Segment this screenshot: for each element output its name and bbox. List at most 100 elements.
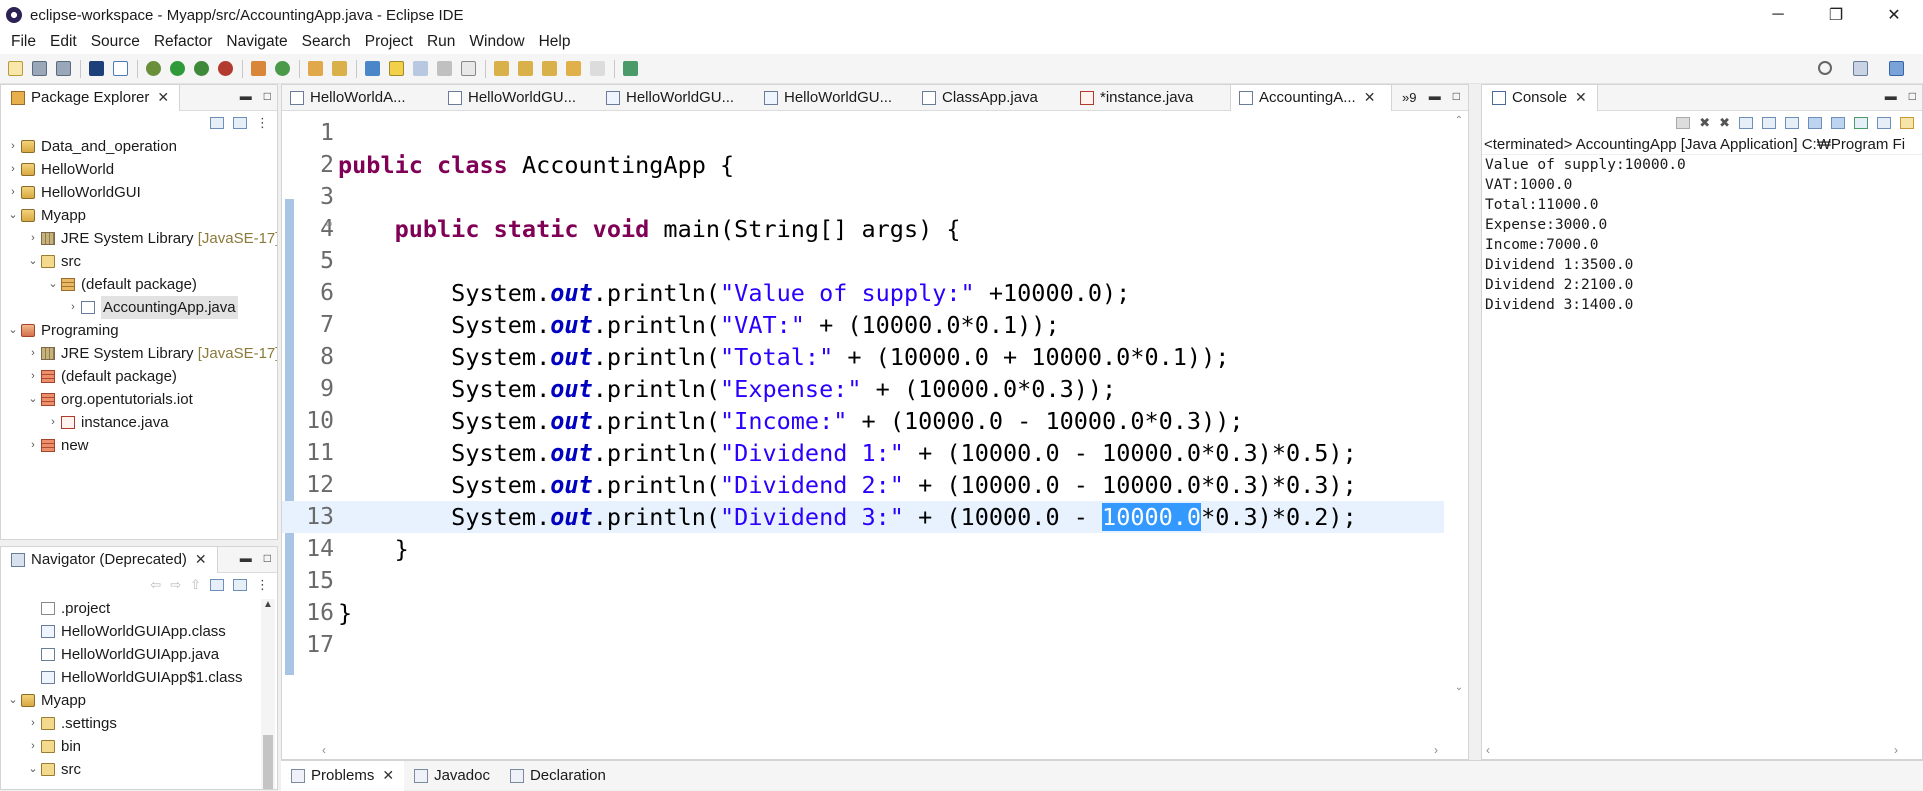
- word-wrap-icon[interactable]: [1785, 117, 1799, 129]
- minimize-button[interactable]: ─: [1749, 0, 1807, 30]
- tree-item[interactable]: ⌄ src: [1, 758, 277, 781]
- show-whitespace-icon[interactable]: [437, 61, 452, 76]
- expand-arrow-icon[interactable]: ›: [26, 735, 40, 758]
- expand-arrow-icon[interactable]: ›: [6, 158, 20, 181]
- external-tools-icon[interactable]: [218, 61, 233, 76]
- tab-declaration[interactable]: Declaration: [500, 761, 616, 791]
- tab-problems[interactable]: Problems ✕: [281, 760, 405, 791]
- tree-item[interactable]: HelloWorldGUIApp.java: [1, 643, 277, 666]
- last-edit-location-icon[interactable]: [542, 61, 557, 76]
- collapse-arrow-icon[interactable]: ⌄: [46, 273, 60, 296]
- collapse-all-icon[interactable]: [210, 579, 224, 591]
- run-icon[interactable]: [170, 61, 185, 76]
- menu-run[interactable]: Run: [420, 33, 462, 51]
- scroll-lock-icon[interactable]: [1762, 117, 1776, 129]
- tree-item[interactable]: ⌄ Myapp: [1, 689, 277, 712]
- maximize-view-icon[interactable]: □: [1909, 89, 1916, 103]
- tree-item[interactable]: .project: [1, 597, 277, 620]
- tree-item[interactable]: ⌄ Myapp: [1, 204, 277, 227]
- close-window-button[interactable]: ✕: [1865, 0, 1923, 30]
- tree-item[interactable]: › (default package): [1, 365, 277, 388]
- expand-arrow-icon[interactable]: ›: [26, 712, 40, 735]
- pin-editor-icon[interactable]: [623, 61, 638, 76]
- tab-overflow[interactable]: »9: [1392, 85, 1426, 111]
- debug-icon[interactable]: [146, 61, 161, 76]
- expand-arrow-icon[interactable]: ›: [26, 342, 40, 365]
- close-icon[interactable]: ✕: [195, 551, 207, 568]
- minimize-view-icon[interactable]: ▬: [1429, 89, 1441, 103]
- expand-arrow-icon[interactable]: ›: [26, 434, 40, 457]
- scroll-right-icon[interactable]: ›: [1434, 743, 1438, 757]
- menu-refactor[interactable]: Refactor: [147, 33, 220, 51]
- expand-arrow-icon[interactable]: ›: [46, 411, 60, 434]
- editor-vertical-scrollbar[interactable]: ⌃ ⌄: [1450, 111, 1468, 723]
- search-tool-icon[interactable]: [332, 61, 347, 76]
- minimize-view-icon[interactable]: ▬: [1885, 89, 1897, 103]
- close-icon[interactable]: ✕: [1364, 89, 1376, 106]
- tree-item[interactable]: › HelloWorld: [1, 158, 277, 181]
- maximize-view-icon[interactable]: □: [264, 89, 271, 103]
- editor-horizontal-scrollbar[interactable]: ‹ ›: [322, 741, 1442, 759]
- tree-item[interactable]: › HelloWorldGUI: [1, 181, 277, 204]
- editor-tab[interactable]: HelloWorldA...: [282, 85, 440, 111]
- tab-package-explorer[interactable]: Package Explorer ✕: [1, 85, 181, 111]
- tree-item[interactable]: ⌄ Programing: [1, 319, 277, 342]
- tree-item[interactable]: › Data_and_operation: [1, 135, 277, 158]
- collapse-all-icon[interactable]: [210, 117, 224, 129]
- toggle-mark-occurrences-icon[interactable]: [365, 61, 380, 76]
- expand-arrow-icon[interactable]: ›: [26, 365, 40, 388]
- link-with-editor-icon[interactable]: [233, 117, 247, 129]
- menu-window[interactable]: Window: [462, 33, 531, 51]
- editor-tab[interactable]: *instance.java: [1072, 85, 1230, 111]
- previous-annotation-icon[interactable]: [518, 61, 533, 76]
- menu-search[interactable]: Search: [295, 33, 358, 51]
- maximize-view-icon[interactable]: □: [264, 551, 271, 565]
- pilcrow-icon[interactable]: [461, 61, 476, 76]
- collapse-arrow-icon[interactable]: ⌄: [26, 388, 40, 411]
- menu-navigate[interactable]: Navigate: [219, 33, 294, 51]
- close-icon[interactable]: ✕: [1575, 89, 1587, 106]
- tab-javadoc[interactable]: Javadoc: [404, 761, 500, 791]
- scroll-down-icon[interactable]: ⌄: [1450, 682, 1468, 693]
- editor-tab[interactable]: AccountingA... ✕: [1230, 85, 1392, 111]
- collapse-arrow-icon[interactable]: ⌄: [6, 689, 20, 712]
- open-console-icon[interactable]: [1900, 117, 1914, 129]
- back-arrow-icon[interactable]: ⇦: [150, 577, 161, 593]
- tab-console[interactable]: Console ✕: [1482, 85, 1598, 111]
- collapse-arrow-icon[interactable]: ⌄: [6, 319, 20, 342]
- minimize-view-icon[interactable]: ▬: [240, 89, 252, 103]
- menu-project[interactable]: Project: [358, 33, 420, 51]
- collapse-arrow-icon[interactable]: ⌄: [26, 758, 40, 781]
- editor-tab[interactable]: HelloWorldGU...: [440, 85, 598, 111]
- toggle-highlight-icon[interactable]: [389, 61, 404, 76]
- collapse-arrow-icon[interactable]: ⌄: [6, 204, 20, 227]
- tab-navigator[interactable]: Navigator (Deprecated) ✕: [1, 547, 218, 573]
- menu-source[interactable]: Source: [84, 33, 147, 51]
- toggle-block-selection-icon[interactable]: [413, 61, 428, 76]
- view-menu-icon[interactable]: ⋮: [256, 115, 269, 131]
- tree-item[interactable]: HelloWorldGUIApp$1.class: [1, 666, 277, 689]
- close-icon[interactable]: ✕: [382, 767, 394, 784]
- restore-button[interactable]: ❐: [1807, 0, 1865, 30]
- view-menu-icon[interactable]: ⋮: [256, 577, 269, 593]
- tree-item[interactable]: › instance.java: [1, 411, 277, 434]
- tree-item[interactable]: › new: [1, 434, 277, 457]
- minimize-view-icon[interactable]: ▬: [240, 551, 252, 565]
- pin-console-icon[interactable]: [1854, 117, 1868, 129]
- menu-help[interactable]: Help: [532, 33, 578, 51]
- show-on-stdout-icon[interactable]: [1808, 117, 1822, 129]
- tree-item[interactable]: › .settings: [1, 712, 277, 735]
- new-java-class-icon[interactable]: [275, 61, 290, 76]
- tree-item[interactable]: ⌄ (default package): [1, 273, 277, 296]
- expand-arrow-icon[interactable]: ›: [66, 296, 80, 319]
- scroll-thumb[interactable]: [263, 735, 273, 789]
- tree-item[interactable]: ⌄ org.opentutorials.iot: [1, 388, 277, 411]
- open-type-icon[interactable]: [308, 61, 323, 76]
- forward-arrow-icon[interactable]: ⇨: [170, 577, 181, 593]
- tree-item[interactable]: › JRE System Library [JavaSE-17]: [1, 227, 277, 250]
- scroll-left-icon[interactable]: ‹: [322, 743, 326, 757]
- editor-tab[interactable]: HelloWorldGU...: [756, 85, 914, 111]
- close-icon[interactable]: ✕: [157, 89, 169, 106]
- collapse-arrow-icon[interactable]: ⌄: [26, 250, 40, 273]
- java-perspective-icon[interactable]: [1889, 61, 1904, 76]
